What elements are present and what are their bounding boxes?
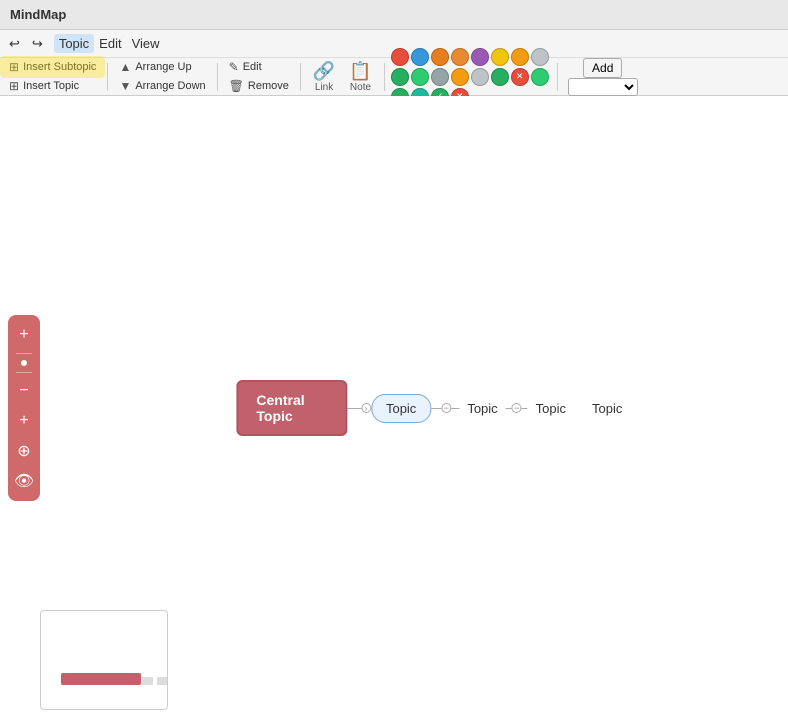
arrange-up-button[interactable]: ▲ Arrange Up [114,58,210,76]
line3 [451,408,459,409]
topic3-node[interactable]: Topic [528,397,574,420]
connector2: − [431,403,459,413]
remove-button[interactable]: 🗑 Remove [224,77,294,95]
color-green1[interactable] [391,68,409,86]
undo-button[interactable]: ↩ [4,34,25,54]
color-lime2[interactable] [531,68,549,86]
arrange-down-icon: ▼ [119,79,131,93]
add-area: Add [568,58,638,96]
line1 [347,408,361,409]
color-silver[interactable] [471,68,489,86]
color-amber[interactable] [511,48,529,66]
color-green3[interactable] [491,68,509,86]
remove-icon: 🗑 [229,79,244,93]
note-button[interactable]: 📋 Note [343,60,377,94]
undo-redo-group: ↩ ↪ [4,34,48,54]
mini-map [40,610,168,710]
crosshair-button[interactable]: ⊕ [12,439,36,463]
color-green2[interactable] [411,68,429,86]
insert-topic-button[interactable]: ⊞ Insert Topic [4,77,101,95]
edit-menu[interactable]: Edit [94,34,126,53]
zoom-in-button[interactable]: + [12,323,36,347]
expand-circle1[interactable]: › [361,403,371,413]
view-menu[interactable]: View [127,34,165,53]
insert-subtopic-button[interactable]: ⊞ Insert Subtopic [4,58,101,76]
minus-circle1[interactable]: − [441,403,451,413]
mini-line1 [141,677,153,685]
line2 [431,408,441,409]
link-button[interactable]: 🔗 Link [307,60,341,94]
note-icon: 📋 [349,61,371,82]
topic1-node: Topic [371,394,431,423]
color-lime1[interactable] [531,48,549,66]
redo-button[interactable]: ↪ [27,34,48,54]
edit-button[interactable]: ✎ Edit [224,58,294,76]
add-node-button[interactable]: + [12,409,36,433]
central-topic-node[interactable]: Central Topic [236,380,347,436]
separator2 [217,63,218,91]
arrange-up-icon: ▲ [119,60,131,74]
color-red[interactable] [391,48,409,66]
mini-map-content [41,611,167,709]
zoom-out-button[interactable]: − [12,379,36,403]
minus-circle2[interactable]: − [512,403,522,413]
mini-topic-lines [141,677,168,685]
separator5 [557,63,558,91]
arrange-down-button[interactable]: ▼ Arrange Down [114,77,210,95]
toolbar: ⊞ Insert Subtopic ⊞ Insert Topic ▲ Arran… [0,58,788,96]
color-yellow[interactable] [491,48,509,66]
side-divider2 [16,372,32,373]
mini-line2 [157,677,168,685]
mindmap-container: Central Topic › Topic − Topic − [236,380,630,436]
add-dropdown[interactable] [568,78,638,96]
color-orange3[interactable] [451,68,469,86]
color-orange2[interactable] [451,48,469,66]
title-bar: MindMap [0,0,788,30]
color-blue[interactable] [411,48,429,66]
topic-menu[interactable]: Topic [54,34,94,53]
topic4-group: Topic [584,397,630,420]
mini-central-node [61,673,141,685]
separator1 [107,63,108,91]
arrange-group: ▲ Arrange Up ▼ Arrange Down [114,58,210,95]
color-orange1[interactable] [431,48,449,66]
insert-topic-icon: ⊞ [9,79,19,93]
separator4 [384,63,385,91]
color-gray[interactable] [431,68,449,86]
color-purple[interactable] [471,48,489,66]
sidebar-tools: + − + ⊕ 👁 [8,315,40,501]
color-x[interactable]: ✕ [511,68,529,86]
side-divider1 [16,353,32,354]
topic1-box[interactable]: Topic [371,394,431,423]
side-dot [21,360,27,366]
link-icon: 🔗 [313,61,335,82]
insert-subtopic-icon: ⊞ [9,60,19,74]
connector-area: › [347,403,371,413]
eye-button[interactable]: 👁 [12,469,36,493]
add-button[interactable]: Add [583,58,622,78]
insert-group: ⊞ Insert Subtopic ⊞ Insert Topic [4,58,101,95]
edit-icon: ✎ [229,60,239,74]
app-title: MindMap [10,7,66,22]
topic2-node[interactable]: Topic [459,397,505,420]
edit-remove-group: ✎ Edit 🗑 Remove [224,58,294,95]
separator3 [300,63,301,91]
canvas-area: Central Topic › Topic − Topic − [0,96,788,720]
connector3: − [506,403,528,413]
topic4-node[interactable]: Topic [584,397,630,420]
